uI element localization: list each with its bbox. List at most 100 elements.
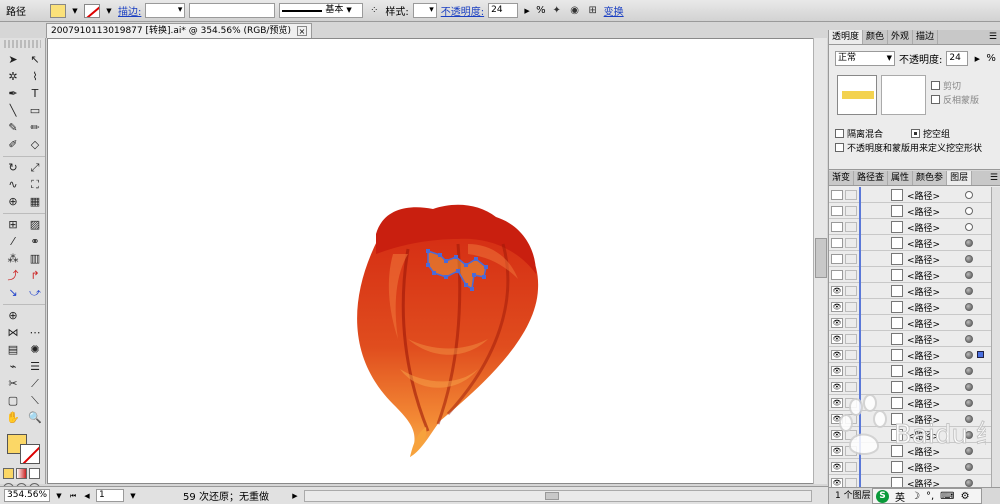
document-tab[interactable]: 2007910113019877 [转换].ai* @ 354.56% (RGB…: [46, 23, 312, 38]
style-field[interactable]: ▾: [412, 3, 437, 18]
stroke-link[interactable]: 描边:: [118, 3, 141, 18]
sprayer-tool-icon[interactable]: ✺: [25, 342, 45, 358]
punctuation-icon[interactable]: °,: [926, 491, 934, 502]
stroke-swatch[interactable]: [84, 3, 100, 18]
gradient-tool-icon[interactable]: ▨: [25, 217, 45, 233]
chart-tool-icon[interactable]: ▤: [3, 342, 23, 358]
line-tool-icon[interactable]: ╲: [3, 103, 23, 119]
target-circle-icon[interactable]: [965, 207, 973, 215]
rotate-tool-icon[interactable]: ↻: [3, 160, 23, 176]
lock-toggle[interactable]: [845, 478, 857, 487]
knockout-group-checkbox[interactable]: 挖空组: [911, 127, 950, 140]
visibility-eye-icon[interactable]: [831, 270, 843, 280]
layer-row[interactable]: 👁 <路径>: [829, 315, 991, 331]
moon-icon[interactable]: ☽: [911, 491, 920, 502]
pencil-tool-icon[interactable]: ✏: [25, 120, 45, 136]
rectangle-tool-icon[interactable]: ▭: [25, 103, 45, 119]
target-circle-icon[interactable]: [965, 303, 973, 311]
tab-appearance[interactable]: 外观: [888, 30, 914, 44]
first-artboard-icon[interactable]: ⏮: [68, 489, 78, 503]
horizontal-scrollbar[interactable]: [304, 489, 812, 502]
panel-menu-icon[interactable]: ☰: [987, 171, 1000, 185]
fill-swatch[interactable]: [50, 3, 66, 18]
zoom-field[interactable]: 354.56%: [4, 489, 50, 502]
type-tool-icon[interactable]: T: [25, 86, 45, 102]
lock-toggle[interactable]: [845, 222, 857, 232]
hand-tool-icon[interactable]: ✋: [3, 410, 23, 426]
layer-row[interactable]: <路径>: [829, 267, 991, 283]
visibility-eye-icon[interactable]: 👁: [831, 366, 843, 376]
artboard-number-field[interactable]: 1: [96, 489, 124, 502]
scroll-thumb[interactable]: [545, 491, 559, 500]
artboard-canvas[interactable]: [47, 38, 827, 484]
tab-color[interactable]: 颜色: [863, 30, 889, 44]
visibility-eye-icon[interactable]: 👁: [831, 302, 843, 312]
target-circle-icon[interactable]: [965, 223, 973, 231]
flower-artwork[interactable]: [48, 39, 827, 484]
transform-link[interactable]: 变换: [604, 3, 624, 18]
column-graph-tool-icon[interactable]: ▥: [25, 251, 45, 267]
layer-row[interactable]: 👁 <路径>: [829, 299, 991, 315]
measure-tool-icon[interactable]: ⌁: [3, 359, 23, 375]
stroke-color-box[interactable]: [20, 444, 40, 464]
lock-toggle[interactable]: [845, 302, 857, 312]
layer-row[interactable]: 👁 <路径>: [829, 379, 991, 395]
isolate-blending-checkbox[interactable]: 隔离混合: [835, 127, 883, 140]
target-circle-icon[interactable]: [965, 383, 973, 391]
target-circle-icon[interactable]: [965, 367, 973, 375]
artboard-tool-icon[interactable]: ⊕: [3, 308, 23, 324]
layer-row[interactable]: <路径>: [829, 187, 991, 203]
target-circle-icon[interactable]: [965, 479, 973, 487]
visibility-eye-icon[interactable]: 👁: [831, 286, 843, 296]
direct-selection-tool-icon[interactable]: ↖: [25, 52, 45, 68]
visibility-eye-icon[interactable]: 👁: [831, 318, 843, 328]
paintbrush-tool-icon[interactable]: ✎: [3, 120, 23, 136]
layer-row[interactable]: 👁 <路径>: [829, 363, 991, 379]
tab-layers[interactable]: 图层: [947, 171, 973, 185]
blob-brush-tool-icon[interactable]: ✐: [3, 137, 23, 153]
lock-toggle[interactable]: [845, 286, 857, 296]
tab-pathfinder[interactable]: 路径查: [854, 171, 889, 185]
lock-toggle[interactable]: [845, 382, 857, 392]
target-circle-icon[interactable]: [965, 287, 973, 295]
layer-row[interactable]: 👁 <路径>: [829, 331, 991, 347]
lock-toggle[interactable]: [845, 318, 857, 328]
slice-select-tool-icon[interactable]: ⋯: [25, 325, 45, 341]
chevron-right-icon[interactable]: ▶: [522, 4, 532, 18]
visibility-eye-icon[interactable]: 👁: [831, 350, 843, 360]
visibility-eye-icon[interactable]: [831, 222, 843, 232]
symbol-sprayer-tool-icon[interactable]: ⁂: [3, 251, 23, 267]
chevron-down-icon[interactable]: ▼: [54, 489, 64, 503]
visibility-eye-icon[interactable]: [831, 206, 843, 216]
scroll-thumb[interactable]: [815, 238, 827, 278]
opacity-field[interactable]: 24: [488, 3, 519, 18]
visibility-eye-icon[interactable]: [831, 254, 843, 264]
magic-wand-tool-icon[interactable]: ✲: [3, 69, 23, 85]
lock-toggle[interactable]: [845, 270, 857, 280]
variable-width-field[interactable]: [189, 3, 276, 18]
opacity-input[interactable]: 24: [946, 51, 969, 66]
warp-alt-tool-icon[interactable]: ⤻: [25, 285, 45, 301]
stroke-weight-field[interactable]: ▾: [145, 3, 186, 18]
invert-mask-checkbox[interactable]: 反相蒙版: [931, 93, 979, 106]
mesh-tool-icon[interactable]: ⊞: [3, 217, 23, 233]
chevron-down-icon[interactable]: ▼: [104, 4, 114, 18]
eyedropper-tool-icon[interactable]: ⁄: [3, 234, 23, 250]
knife-tool-icon[interactable]: ⟋: [25, 376, 45, 392]
panel-menu-icon[interactable]: ☰: [986, 30, 1000, 44]
keyboard-icon[interactable]: ⌨: [940, 491, 954, 502]
hyphen-tool-icon[interactable]: ☰: [25, 359, 45, 375]
toolbox-grip[interactable]: [4, 40, 41, 48]
color-mode-icon[interactable]: [3, 468, 14, 479]
perspective-grid-tool-icon[interactable]: ▦: [25, 194, 45, 210]
artboard-select-icon[interactable]: ▢: [3, 393, 23, 409]
gradient-mode-icon[interactable]: [16, 468, 27, 479]
prev-artboard-icon[interactable]: ◀: [82, 489, 92, 503]
canvas-vertical-scrollbar[interactable]: [813, 38, 827, 484]
layer-row[interactable]: <路径>: [829, 203, 991, 219]
slice-alt-icon[interactable]: ⟍: [25, 393, 45, 409]
tab-attributes[interactable]: 属性: [888, 171, 914, 185]
chevron-down-icon[interactable]: ▼: [70, 4, 80, 18]
lock-toggle[interactable]: [845, 206, 857, 216]
visibility-eye-icon[interactable]: 👁: [831, 478, 843, 487]
